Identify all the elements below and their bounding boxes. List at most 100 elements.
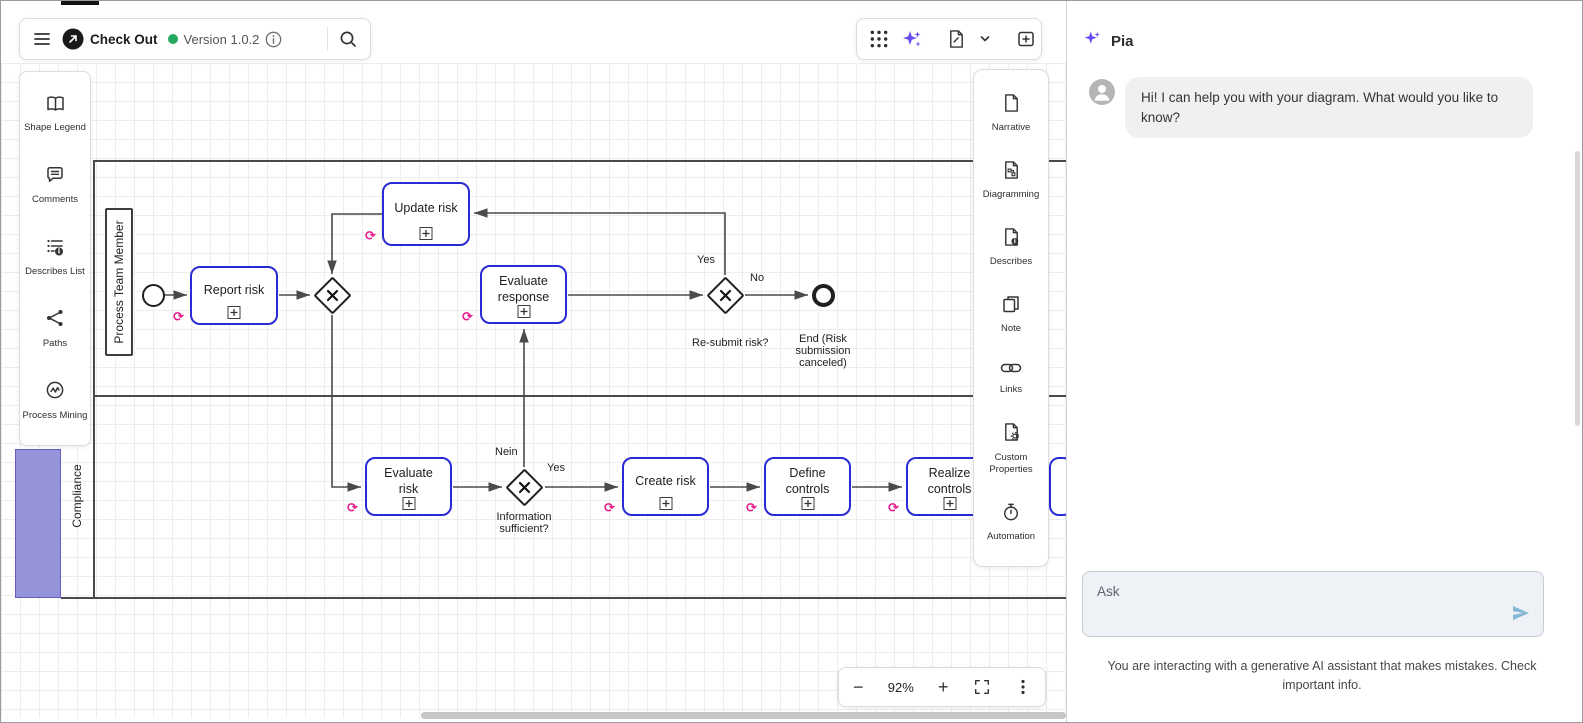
change-indicator-icon[interactable]: ⟳ — [173, 311, 184, 324]
version-status-dot — [168, 34, 178, 44]
flow-label-nein: Nein — [495, 446, 518, 458]
change-indicator-icon[interactable]: ⟳ — [347, 502, 358, 515]
new-frame-icon[interactable] — [1016, 29, 1036, 49]
copy-icon — [1001, 294, 1021, 318]
task-label: Create risk — [635, 474, 695, 490]
check-out-button[interactable]: Check Out — [90, 32, 158, 47]
change-indicator-icon[interactable]: ⟳ — [604, 502, 615, 515]
lane-divider — [93, 395, 1066, 397]
flow-label-no: No — [750, 272, 764, 284]
sidebar-item-shape-legend[interactable]: Shape Legend — [22, 95, 88, 135]
lane-header-process-team-member[interactable]: Process Team Member — [105, 208, 133, 356]
view-toolbar — [856, 18, 1042, 60]
panel-item-label: Custom Properties — [976, 452, 1046, 477]
comment-icon — [45, 165, 65, 189]
pool-header-selected[interactable] — [15, 449, 61, 598]
task-label: Update risk — [394, 201, 457, 217]
link-icon — [1000, 361, 1022, 379]
diagram-doc-icon — [1002, 160, 1021, 184]
subprocess-marker-icon[interactable] — [659, 497, 672, 510]
task-label: Evaluate response — [489, 274, 558, 305]
assistant-message: Hi! I can help you with your diagram. Wh… — [1125, 77, 1533, 138]
task-evaluate-response[interactable]: Evaluate response — [480, 265, 567, 324]
right-tool-panel: Narrative Diagramming Describes Note Lin… — [973, 69, 1049, 567]
ai-sparkle-icon[interactable] — [901, 28, 923, 50]
lane-label: Process Team Member — [112, 220, 126, 343]
panel-item-note[interactable]: Note — [976, 294, 1046, 336]
subprocess-marker-icon[interactable] — [228, 306, 241, 319]
sidebar-item-label: Comments — [32, 194, 78, 206]
task-evaluate-risk[interactable]: Evaluate risk — [365, 457, 452, 516]
gateway-label-resubmit: Re-submit risk? — [692, 337, 768, 349]
sidebar-item-label: Shape Legend — [24, 122, 86, 134]
pulse-circle-icon — [45, 380, 65, 404]
task-update-risk[interactable]: Update risk — [382, 182, 470, 246]
sidebar-item-process-mining[interactable]: Process Mining — [22, 380, 88, 422]
left-tool-panel: Shape Legend Comments Describes List Pat… — [19, 71, 91, 446]
panel-item-automation[interactable]: Automation — [976, 502, 1046, 544]
change-indicator-icon[interactable]: ⟳ — [746, 502, 757, 515]
panel-item-describes[interactable]: Describes — [976, 227, 1046, 269]
subprocess-marker-icon[interactable] — [943, 497, 956, 510]
change-indicator-icon[interactable]: ⟳ — [462, 311, 473, 324]
panel-item-narrative[interactable]: Narrative — [976, 93, 1046, 135]
flow-label-yes: Yes — [697, 254, 715, 266]
panel-item-custom-properties[interactable]: Custom Properties — [976, 422, 1046, 476]
sidebar-item-describes-list[interactable]: Describes List — [22, 237, 88, 279]
subprocess-marker-icon[interactable] — [517, 305, 530, 318]
chevron-down-icon[interactable] — [978, 32, 992, 46]
chat-input-container — [1082, 571, 1544, 637]
sidebar-item-comments[interactable]: Comments — [22, 165, 88, 207]
timer-icon — [1001, 502, 1021, 526]
pool-top-border — [93, 160, 1066, 162]
horizontal-scrollbar[interactable] — [421, 712, 1066, 719]
change-indicator-icon[interactable]: ⟳ — [888, 502, 899, 515]
check-out-icon[interactable] — [62, 28, 84, 50]
document-icon — [1002, 93, 1021, 117]
vertical-scrollbar[interactable] — [1575, 151, 1580, 426]
zoom-in-button[interactable]: + — [938, 677, 949, 698]
send-icon[interactable] — [1511, 603, 1531, 628]
main-toolbar: Check Out Version 1.0.2 — [19, 18, 371, 60]
lane-header-divider — [93, 160, 95, 599]
start-event[interactable] — [142, 284, 165, 307]
subprocess-marker-icon[interactable] — [420, 227, 433, 240]
end-event[interactable] — [812, 284, 835, 307]
panel-item-links[interactable]: Links — [976, 361, 1046, 397]
task-report-risk[interactable]: Report risk — [190, 266, 278, 325]
subprocess-marker-icon[interactable] — [801, 497, 814, 510]
task-create-risk[interactable]: Create risk — [622, 457, 709, 516]
subprocess-marker-icon[interactable] — [402, 497, 415, 510]
panel-item-label: Automation — [987, 531, 1035, 543]
change-indicator-icon[interactable]: ⟳ — [365, 230, 376, 243]
info-icon[interactable] — [265, 31, 282, 48]
kebab-menu-icon[interactable] — [1015, 678, 1031, 696]
panel-item-label: Narrative — [992, 122, 1031, 134]
assistant-avatar — [1089, 79, 1115, 110]
version-label: Version 1.0.2 — [184, 32, 260, 47]
chat-input[interactable] — [1083, 572, 1543, 636]
task-define-controls[interactable]: Define controls — [764, 457, 851, 516]
task-label: Evaluate risk — [374, 466, 443, 497]
menu-icon[interactable] — [32, 29, 52, 49]
zoom-toolbar: − 92% + — [838, 667, 1046, 707]
sidebar-item-label: Paths — [43, 338, 67, 350]
task-label: Report risk — [204, 283, 264, 299]
sidebar-item-label: Process Mining — [23, 410, 88, 422]
lane-label: Compliance — [70, 464, 84, 527]
toolbar-divider — [327, 27, 328, 51]
panel-item-diagramming[interactable]: Diagramming — [976, 160, 1046, 202]
fullscreen-icon[interactable] — [973, 678, 991, 696]
panel-item-label: Links — [1000, 384, 1022, 396]
document-edit-icon[interactable] — [947, 29, 966, 49]
grid-icon[interactable] — [869, 29, 889, 49]
book-open-icon — [45, 95, 66, 117]
pool-bottom-border — [61, 597, 1066, 599]
doc-info-icon — [1002, 227, 1021, 251]
panel-item-label: Diagramming — [983, 189, 1040, 201]
sidebar-item-paths[interactable]: Paths — [22, 308, 88, 350]
app-window: Compliance Process Team Member — [0, 0, 1583, 723]
zoom-out-button[interactable]: − — [853, 677, 864, 698]
search-icon[interactable] — [338, 29, 358, 49]
gateway-label-info-sufficient: Information sufficient? — [488, 511, 560, 535]
